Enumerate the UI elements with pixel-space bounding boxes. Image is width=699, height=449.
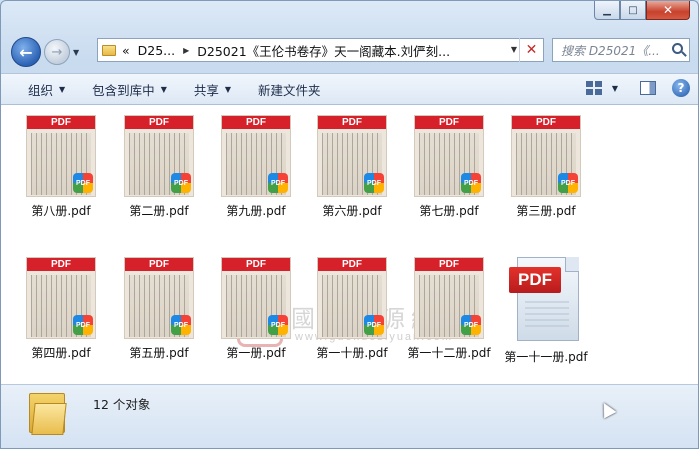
pdf-app-icon: PDF xyxy=(461,173,481,193)
clear-address-button[interactable]: ✕ xyxy=(519,38,543,62)
navigation-buttons: ← → ▼ xyxy=(11,37,79,67)
file-list[interactable]: 國 國學資源網 www.guoxueziyuan.com PDFPDF第八册.p… xyxy=(1,105,698,384)
explorer-window: ▁ □ ✕ ← → ▼ « D25... ▶ D25021《王伦书卷存》天一阁藏… xyxy=(0,0,699,449)
organize-menu[interactable]: 组织 ▼ xyxy=(28,80,65,99)
pdf-app-icon: PDF xyxy=(73,315,93,335)
file-name[interactable]: 第四册.pdf xyxy=(14,344,108,361)
pdf-thumbnail: PDF PDF xyxy=(317,257,387,339)
pdf-banner: PDF xyxy=(125,116,193,129)
pdf-app-icon: PDF xyxy=(171,315,191,335)
breadcrumb-item-current[interactable]: D25021《王伦书卷存》天一阁藏本.刘俨刻... xyxy=(197,41,450,60)
file-item[interactable]: PDF PDF 第一十册.pdf xyxy=(305,257,399,361)
forward-button[interactable]: → xyxy=(44,39,70,65)
file-name[interactable]: 第一册.pdf xyxy=(209,344,303,361)
search-icon[interactable] xyxy=(672,43,683,54)
recent-pages-dropdown[interactable]: ▼ xyxy=(73,48,79,57)
pdf-thumbnail: PDF PDF xyxy=(414,115,484,197)
pdf-thumbnail: PDF PDF xyxy=(317,115,387,197)
breadcrumb: « D25... ▶ D25021《王伦书卷存》天一阁藏本.刘俨刻... xyxy=(122,41,450,60)
file-item[interactable]: PDF PDF 第七册.pdf xyxy=(402,115,496,219)
pdf-banner: PDF xyxy=(125,258,193,271)
pdf-banner: PDF xyxy=(318,258,386,271)
chevron-down-icon: ▼ xyxy=(59,84,66,94)
folder-icon xyxy=(27,393,71,439)
pdf-app-icon: PDF xyxy=(171,173,191,193)
chevron-right-icon[interactable]: ▶ xyxy=(183,46,189,55)
pdf-banner: PDF xyxy=(415,258,483,271)
pdf-thumbnail: PDF PDF xyxy=(124,257,194,339)
pdf-app-icon: PDF xyxy=(558,173,578,193)
file-name[interactable]: 第一十一册.pdf xyxy=(499,348,593,365)
pdf-thumbnail: PDF PDF xyxy=(26,257,96,339)
include-in-library-menu[interactable]: 包含到库中 ▼ xyxy=(92,80,167,99)
pdf-thumbnail: PDF PDF xyxy=(26,115,96,197)
share-menu[interactable]: 共享 ▼ xyxy=(194,80,231,99)
file-item[interactable]: PDF PDF 第三册.pdf xyxy=(499,115,593,219)
pdf-app-icon: PDF xyxy=(73,173,93,193)
file-name[interactable]: 第二册.pdf xyxy=(112,202,206,219)
chevron-down-icon: ▼ xyxy=(160,84,167,94)
close-button[interactable]: ✕ xyxy=(646,1,690,20)
pdf-banner: PDF xyxy=(512,116,580,129)
breadcrumb-item-parent[interactable]: D25... xyxy=(138,43,175,58)
chevron-down-icon: ▼ xyxy=(224,84,232,94)
pdf-thumbnail: PDF PDF xyxy=(124,115,194,197)
details-pane: 12 个对象 xyxy=(1,384,698,448)
pdf-thumbnail: PDF PDF xyxy=(511,115,581,197)
pdf-banner: PDF xyxy=(415,116,483,129)
maximize-button[interactable]: □ xyxy=(620,1,646,20)
pdf-thumbnail: PDF PDF xyxy=(414,257,484,339)
file-item[interactable]: PDF PDF 第八册.pdf xyxy=(14,115,108,219)
file-name[interactable]: 第六册.pdf xyxy=(305,202,399,219)
minimize-button[interactable]: ▁ xyxy=(594,1,620,20)
pdf-banner: PDF xyxy=(27,116,95,129)
pdf-app-icon: PDF xyxy=(461,315,481,335)
pdf-thumbnail: PDF PDF xyxy=(221,257,291,339)
file-name[interactable]: 第八册.pdf xyxy=(14,202,108,219)
file-item[interactable]: PDF PDF 第六册.pdf xyxy=(305,115,399,219)
file-name[interactable]: 第三册.pdf xyxy=(499,202,593,219)
file-name[interactable]: 第七册.pdf xyxy=(402,202,496,219)
file-item[interactable]: PDF PDF 第四册.pdf xyxy=(14,257,108,361)
pdf-banner: PDF xyxy=(318,116,386,129)
file-item[interactable]: PDF PDF 第九册.pdf xyxy=(209,115,303,219)
file-item[interactable]: PDF PDF 第一十二册.pdf xyxy=(402,257,496,361)
search-input[interactable]: 搜索 D25021《... xyxy=(561,42,667,59)
new-folder-button[interactable]: 新建文件夹 xyxy=(258,80,321,99)
caption-buttons: ▁ □ ✕ xyxy=(594,1,690,20)
file-name[interactable]: 第一十二册.pdf xyxy=(402,344,496,361)
file-name[interactable]: 第一十册.pdf xyxy=(305,344,399,361)
view-options-dropdown[interactable]: ▼ xyxy=(612,84,618,93)
file-item[interactable]: PDF 第一十一册.pdf xyxy=(499,257,593,365)
help-icon[interactable]: ? xyxy=(672,79,690,97)
preview-pane-icon[interactable] xyxy=(640,81,656,95)
pdf-app-icon: PDF xyxy=(364,173,384,193)
pdf-label: PDF xyxy=(509,267,561,293)
folder-icon xyxy=(102,44,116,56)
back-button[interactable]: ← xyxy=(11,37,41,67)
pdf-app-icon: PDF xyxy=(364,315,384,335)
pdf-banner: PDF xyxy=(222,258,290,271)
pdf-banner: PDF xyxy=(27,258,95,271)
address-bar[interactable]: « D25... ▶ D25021《王伦书卷存》天一阁藏本.刘俨刻... ▼ ✕ xyxy=(97,38,544,62)
pdf-banner: PDF xyxy=(222,116,290,129)
pdf-file-icon: PDF xyxy=(509,257,583,343)
file-name[interactable]: 第九册.pdf xyxy=(209,202,303,219)
file-name[interactable]: 第五册.pdf xyxy=(112,344,206,361)
pdf-thumbnail: PDF PDF xyxy=(221,115,291,197)
breadcrumb-overflow[interactable]: « xyxy=(122,43,130,58)
file-item[interactable]: PDF PDF 第一册.pdf xyxy=(209,257,303,361)
file-item[interactable]: PDF PDF 第五册.pdf xyxy=(112,257,206,361)
item-count: 12 个对象 xyxy=(93,397,151,412)
pdf-app-icon: PDF xyxy=(268,315,288,335)
command-bar: 组织 ▼ 包含到库中 ▼ 共享 ▼ 新建文件夹 ▼ ? xyxy=(1,73,698,105)
pdf-app-icon: PDF xyxy=(268,173,288,193)
address-dropdown[interactable]: ▼ xyxy=(511,45,517,54)
file-item[interactable]: PDF PDF 第二册.pdf xyxy=(112,115,206,219)
change-view-icon[interactable] xyxy=(585,81,602,95)
search-box[interactable]: 搜索 D25021《... xyxy=(552,38,690,62)
